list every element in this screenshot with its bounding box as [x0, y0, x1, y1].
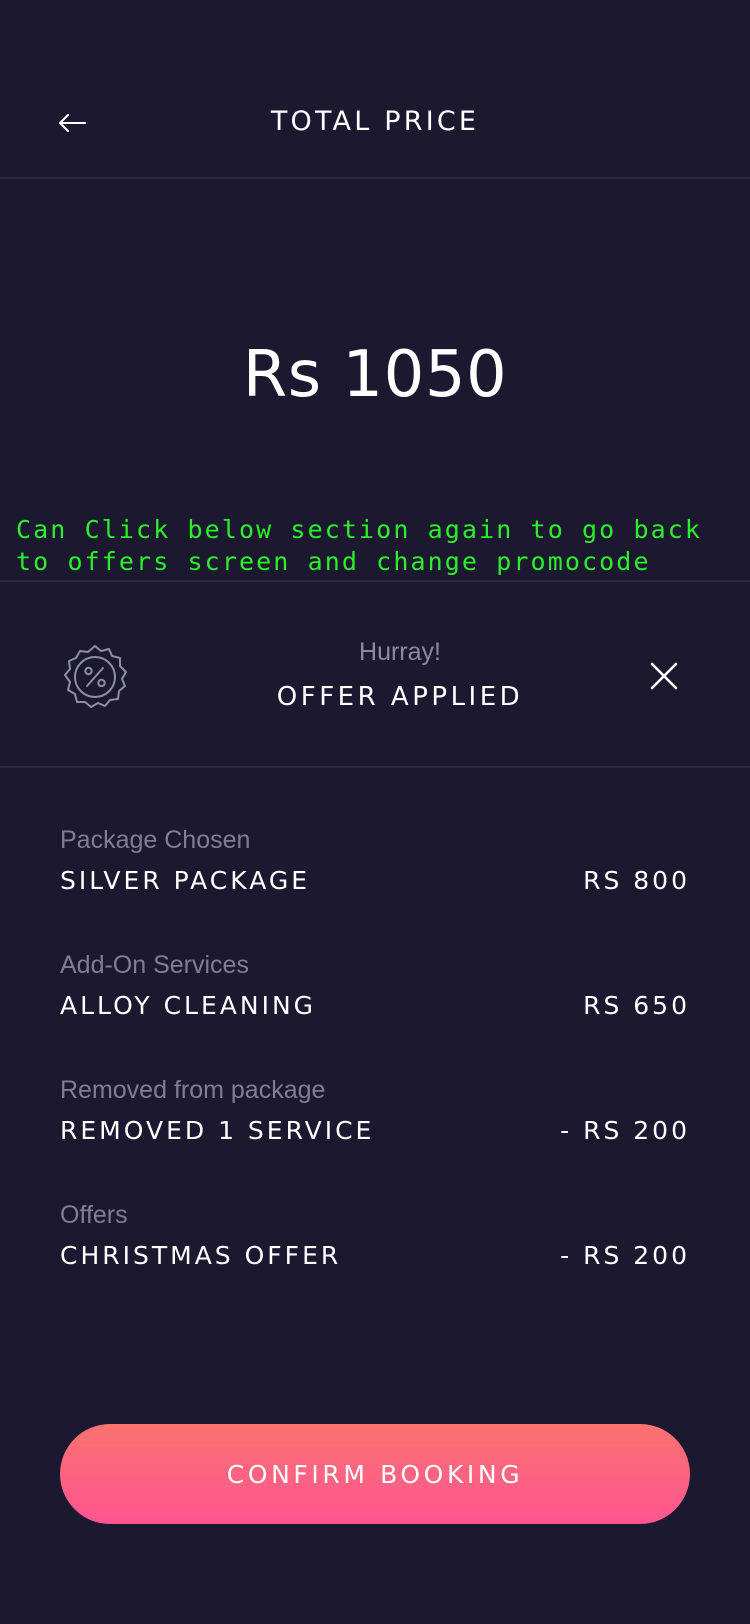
confirm-booking-label: CONFIRM BOOKING	[226, 1459, 524, 1489]
item-name: CHRISTMAS OFFER	[60, 1241, 342, 1270]
annotation-note: Can Click below section again to go back…	[16, 515, 703, 576]
item-name: ALLOY CLEANING	[60, 991, 317, 1020]
total-price: Rs 1050	[242, 338, 508, 412]
item-label: Add-On Services	[60, 951, 249, 979]
item-name: REMOVED 1 SERVICE	[60, 1116, 375, 1145]
price-breakdown: Package Chosen SILVER PACKAGE RS 800 Add…	[60, 822, 690, 1322]
item-price: - RS 200	[560, 1241, 690, 1270]
item-price: - RS 200	[560, 1116, 690, 1145]
remove-offer-button[interactable]	[644, 656, 684, 696]
confirm-booking-button[interactable]: CONFIRM BOOKING	[60, 1424, 690, 1524]
list-item: Add-On Services ALLOY CLEANING RS 650	[60, 947, 690, 1072]
close-icon	[650, 662, 678, 690]
list-item: Removed from package REMOVED 1 SERVICE -…	[60, 1072, 690, 1197]
offer-applied-section[interactable]: Hurray! OFFER APPLIED	[0, 580, 750, 768]
item-label: Removed from package	[60, 1076, 326, 1104]
item-price: RS 650	[583, 991, 690, 1020]
item-label: Package Chosen	[60, 826, 251, 854]
offer-greeting: Hurray!	[359, 638, 441, 666]
list-item: Package Chosen SILVER PACKAGE RS 800	[60, 822, 690, 947]
header-bar: TOTAL PRICE	[0, 0, 750, 179]
item-price: RS 800	[583, 866, 690, 895]
item-name: SILVER PACKAGE	[60, 866, 311, 895]
offer-status: OFFER APPLIED	[276, 682, 524, 712]
page-title: TOTAL PRICE	[270, 106, 480, 137]
item-label: Offers	[60, 1201, 128, 1229]
list-item: Offers CHRISTMAS OFFER - RS 200	[60, 1197, 690, 1322]
